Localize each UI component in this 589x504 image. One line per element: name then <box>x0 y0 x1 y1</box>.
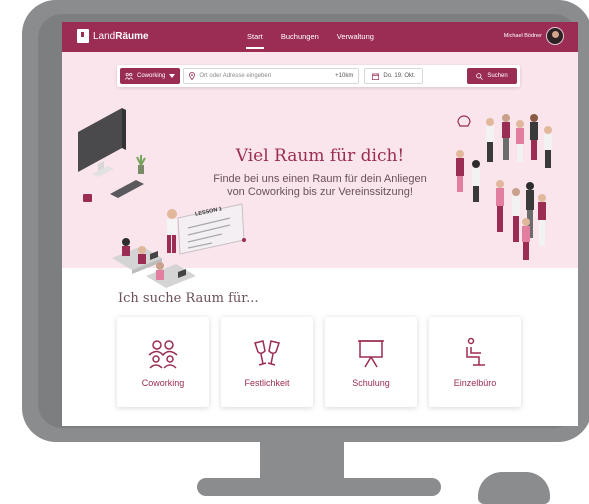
monitor-stand-base <box>197 478 441 496</box>
avatar <box>546 27 564 45</box>
caret-down-icon <box>169 74 176 78</box>
space-type-value: Coworking <box>137 73 166 79</box>
category-card-einzelbuero[interactable]: Einzelbüro <box>429 317 521 407</box>
classroom-illustration <box>112 203 246 288</box>
nav-link-buchungen[interactable]: Buchungen <box>272 22 328 52</box>
search-button-label: Suchen <box>487 73 508 79</box>
category-label: Schulung <box>352 378 390 388</box>
nav-link-verwaltung[interactable]: Verwaltung <box>328 22 383 52</box>
brand-logo[interactable]: LandRäume <box>77 29 149 43</box>
hero-subtitle: Finde bei uns einen Raum für dein Anlieg… <box>213 173 427 198</box>
category-cards: Coworking Festlichkeit Schulung Einzelbü… <box>117 317 521 407</box>
search-button[interactable]: Suchen <box>467 68 517 84</box>
category-section-title: Ich suche Raum für... <box>118 291 259 306</box>
user-name: Michael Bödner <box>503 33 542 39</box>
hero-title: Viel Raum für dich! <box>235 146 405 166</box>
location-input[interactable]: Ort oder Adresse eingeben +10km <box>183 68 360 84</box>
search-icon <box>476 72 484 80</box>
category-card-coworking[interactable]: Coworking <box>117 317 209 407</box>
date-value: Do. 19. Okt. <box>383 73 416 79</box>
user-menu[interactable]: Michael Bödner <box>504 27 564 45</box>
category-label: Einzelbüro <box>453 378 497 388</box>
main-nav: Start Buchungen Verwaltung <box>238 22 383 52</box>
desktop-illustration <box>78 108 146 202</box>
category-card-festlichkeit[interactable]: Festlichkeit <box>221 317 313 407</box>
category-label: Festlichkeit <box>244 378 290 388</box>
map-pin-icon <box>189 72 196 80</box>
logo-mark-icon <box>77 29 89 43</box>
category-card-schulung[interactable]: Schulung <box>325 317 417 407</box>
nav-link-start[interactable]: Start <box>238 22 272 52</box>
people-icon <box>148 340 178 369</box>
presentation-board-icon <box>358 340 384 368</box>
desk-chair-icon <box>466 337 485 366</box>
location-placeholder: Ort oder Adresse eingeben <box>199 73 272 79</box>
brand-name: LandRäume <box>93 30 149 42</box>
hero-section: Coworking Ort oder Adresse eingeben +10k… <box>62 52 578 288</box>
search-bar: Coworking Ort oder Adresse eingeben +10k… <box>117 65 520 87</box>
date-picker[interactable]: Do. 19. Okt. <box>364 68 424 84</box>
radius-selector[interactable]: +10km <box>335 73 353 79</box>
calendar-icon <box>372 72 380 80</box>
mouse <box>478 472 550 504</box>
space-type-select[interactable]: Coworking <box>120 68 181 84</box>
screen: LandRäume Start Buchungen Verwaltung Mic… <box>62 22 578 426</box>
people-group-illustration <box>456 114 552 260</box>
champagne-glasses-icon <box>254 340 280 366</box>
top-navbar: LandRäume Start Buchungen Verwaltung Mic… <box>62 22 578 52</box>
people-small-icon <box>125 72 133 80</box>
category-label: Coworking <box>141 378 185 388</box>
